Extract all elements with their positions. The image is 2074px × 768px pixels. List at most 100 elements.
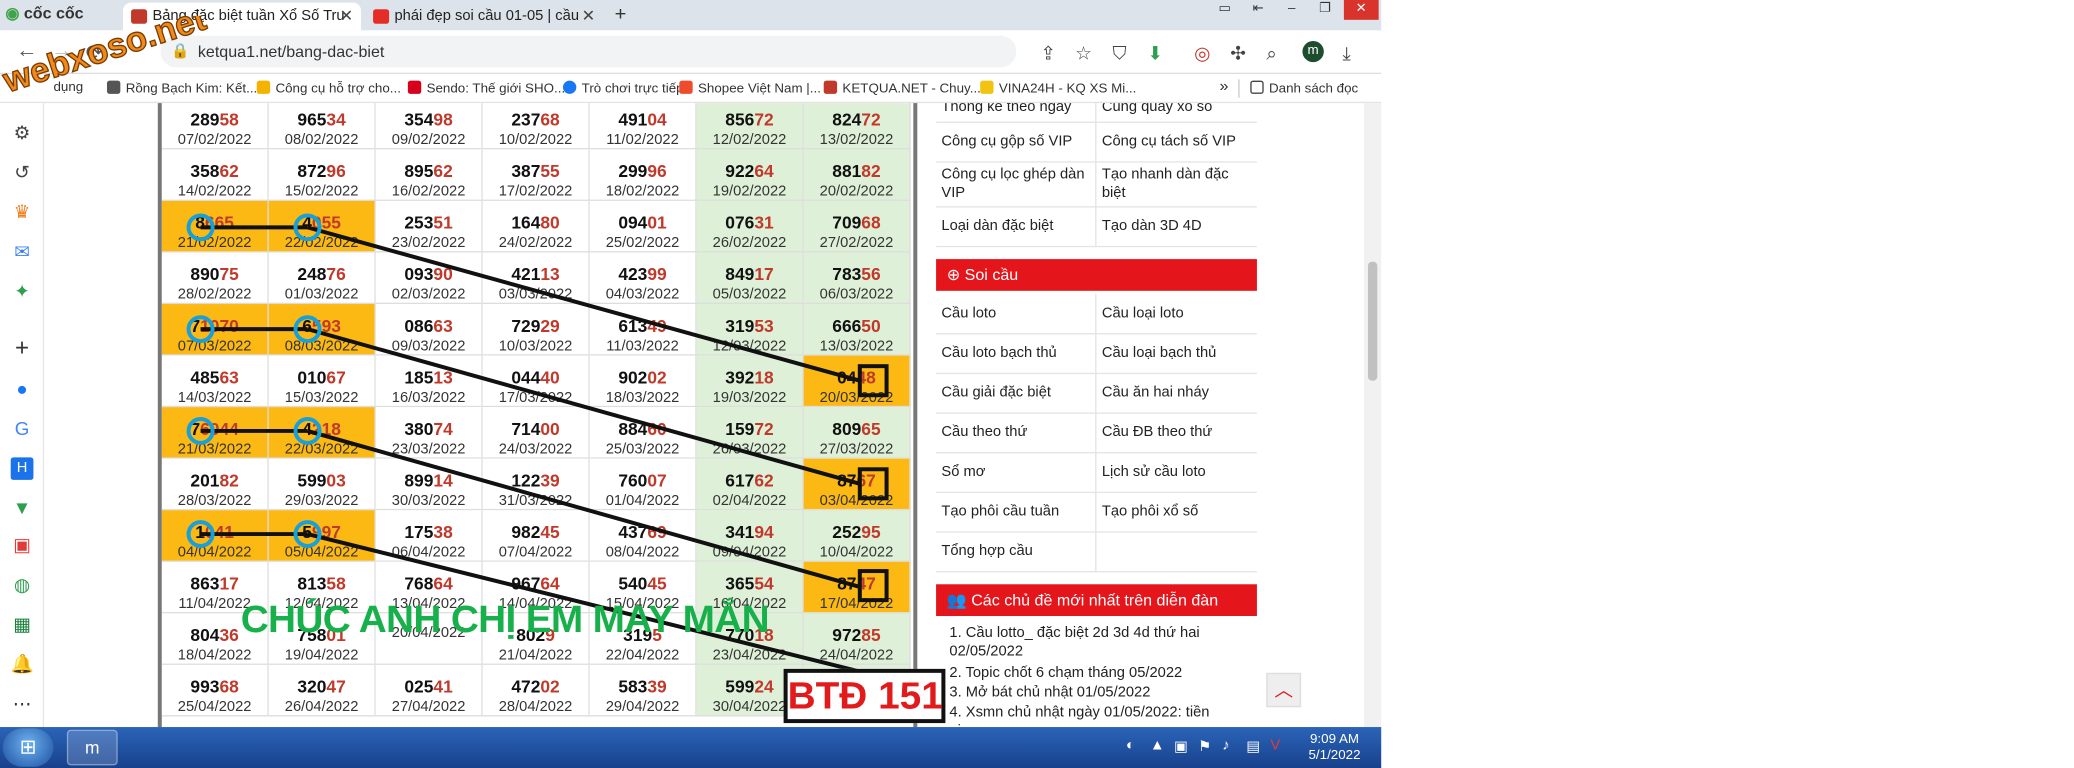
crown-icon[interactable]: ♛ <box>11 201 34 223</box>
translate-icon[interactable]: G <box>11 418 34 440</box>
h-icon[interactable]: H <box>10 457 34 480</box>
bookmarks-overflow-button[interactable]: » <box>1220 77 1229 96</box>
scrollbar-thumb[interactable] <box>1367 261 1378 381</box>
download-icon[interactable]: ▼ <box>11 497 34 519</box>
table-cell: 16480 24/02/2022 <box>482 200 590 253</box>
screenshot-icon[interactable]: ▭ <box>1207 0 1242 20</box>
bookmark-item[interactable]: Công cụ hỗ trợ cho... <box>256 80 401 96</box>
more-icon[interactable]: ⋯ <box>11 693 34 715</box>
tools-link[interactable]: Thống kê theo ngày <box>941 103 1091 116</box>
reading-list-button[interactable]: Danh sách đọc <box>1250 80 1358 96</box>
row-divider <box>936 571 1257 573</box>
tools-link[interactable]: Công cụ tách số VIP <box>1102 132 1252 151</box>
table-cell: 12239 31/03/2022 <box>482 458 590 511</box>
tab-search-icon[interactable]: ⌕ <box>1266 42 1276 64</box>
sheet-icon[interactable]: ▦ <box>11 613 34 635</box>
table-cell: 25351 23/02/2022 <box>375 200 483 253</box>
shop-icon[interactable]: ▣ <box>11 534 34 556</box>
soicau-link[interactable]: Cầu loto <box>941 304 1091 323</box>
lock-tray-icon[interactable]: ▤ <box>1246 738 1260 755</box>
soicau-link[interactable]: Cầu loto bạch thủ <box>941 344 1091 363</box>
share-icon[interactable]: ⇪ <box>1040 42 1056 64</box>
forum-topic[interactable]: 1. Cầu lotto_ đặc biệt 2d 3d 4d thứ hai … <box>949 624 1250 661</box>
bookmark-item[interactable]: KETQUA.NET - Chuy... <box>823 80 981 96</box>
new-tab-button[interactable]: + <box>608 4 632 26</box>
history-icon[interactable]: ↺ <box>11 161 34 183</box>
volume-tray-icon[interactable]: ♪ <box>1222 738 1229 754</box>
bell-icon[interactable]: 🔔 <box>11 653 34 675</box>
back-window-icon[interactable]: ⇤ <box>1241 0 1276 20</box>
close-tab-icon[interactable]: ✕ <box>340 7 353 26</box>
gamepad-icon[interactable]: ✦ <box>11 280 34 302</box>
tools-link[interactable]: Tạo nhanh dàn đặc biệt <box>1102 165 1252 202</box>
taskbar-clock[interactable]: 9:09 AM 5/1/2022 <box>1294 732 1374 764</box>
soicau-link[interactable]: Tạo phôi cầu tuần <box>941 502 1091 521</box>
flag-tray-icon[interactable]: ⚑ <box>1198 738 1211 755</box>
downloads-icon[interactable]: ⤓ <box>1343 42 1351 64</box>
prize-number: 35862 <box>190 161 239 182</box>
globe-icon[interactable]: ◍ <box>11 574 34 596</box>
draw-date: 15/03/2022 <box>284 389 359 406</box>
tab-youtube[interactable]: phái đẹp soi cầu 01-05 | cầu ✕ <box>365 3 603 31</box>
draw-date: 11/02/2022 <box>606 132 679 149</box>
forum-topic[interactable]: 2. Topic chốt 6 chạm tháng 05/2022 <box>949 664 1250 683</box>
prize-number: 23768 <box>511 109 560 130</box>
scroll-to-top-button[interactable]: ︿ <box>1266 672 1302 708</box>
taskbar-coccoc-app[interactable]: m <box>66 729 118 766</box>
plus-icon[interactable]: + <box>11 336 34 360</box>
prize-number: 25351 <box>404 212 453 233</box>
messenger-icon[interactable]: ✉ <box>11 241 34 263</box>
soicau-link[interactable]: Cầu theo thứ <box>941 423 1091 442</box>
address-bar[interactable]: 🔒 ketqua1.net/bang-dac-biet <box>160 35 1017 68</box>
bookmark-item[interactable]: Trò chơi trực tiếp <box>562 80 684 96</box>
soicau-link[interactable]: Cầu ĐB theo thứ <box>1102 423 1252 442</box>
vietkey-tray-icon[interactable]: V <box>1270 738 1280 754</box>
close-tab-icon[interactable]: ✕ <box>582 7 595 26</box>
arrow-tray-icon[interactable]: ▲ <box>1150 738 1165 754</box>
table-cell: 66650 13/03/2022 <box>803 304 911 356</box>
soicau-link[interactable]: Cầu loại loto <box>1102 304 1252 323</box>
page-scrollbar[interactable] <box>1363 103 1382 728</box>
prize-number: 89075 <box>190 264 239 285</box>
download-green-icon[interactable]: ⬇ <box>1147 42 1163 64</box>
tools-link[interactable]: Công cụ lọc ghép dàn VIP <box>941 165 1091 202</box>
gear-icon[interactable]: ⚙ <box>11 122 34 144</box>
tools-link[interactable]: Cũng quay xổ số <box>1102 103 1252 116</box>
soicau-link[interactable]: Sổ mơ <box>941 463 1091 482</box>
bookmark-item[interactable]: VINA24H - KQ XS Mi... <box>980 80 1136 96</box>
soicau-link[interactable]: Cầu giải đặc biệt <box>941 383 1091 402</box>
close-window-button[interactable]: ✕ <box>1343 0 1379 20</box>
extensions-icon[interactable]: ✣ <box>1230 42 1246 64</box>
maximize-button[interactable]: ❐ <box>1308 0 1343 20</box>
star-icon[interactable]: ☆ <box>1075 42 1092 64</box>
soicau-link[interactable]: Tổng hợp cầu <box>941 542 1091 561</box>
draw-date: 26/03/2022 <box>712 441 787 458</box>
soicau-link[interactable]: Cầu loại bạch thủ <box>1102 344 1252 363</box>
facebook-icon[interactable]: ● <box>11 378 34 400</box>
table-cell: 71400 24/03/2022 <box>482 407 590 459</box>
tools-link[interactable]: Loại dàn đặc biệt <box>941 217 1091 236</box>
tools-link[interactable]: Tạo dàn 3D 4D <box>1102 217 1252 236</box>
prize-number: 6593 <box>302 315 341 336</box>
draw-date: 31/03/2022 <box>498 493 573 509</box>
start-button[interactable]: ⊞ <box>2 728 54 767</box>
bookmark-item[interactable]: Shopee Việt Nam |... <box>679 80 821 96</box>
tools-link[interactable]: Công cụ gộp số VIP <box>941 132 1091 151</box>
profile-avatar[interactable]: m <box>1302 40 1324 63</box>
bookmark-item[interactable]: Sendo: Thế giới SHO... <box>407 80 565 96</box>
table-cell: 8767 03/04/2022 <box>803 458 911 511</box>
forum-topic[interactable]: 3. Mở bát chủ nhật 01/05/2022 <box>949 683 1250 702</box>
chrome-icon[interactable]: ◎ <box>1194 42 1210 64</box>
network-tray-icon[interactable]: ◐ <box>1126 738 1135 754</box>
soicau-link[interactable]: Cầu ăn hai nháy <box>1102 383 1252 402</box>
table-cell: 34194 09/04/2022 <box>696 510 804 562</box>
prize-number: 84917 <box>725 264 774 285</box>
pc-tray-icon[interactable]: ▣ <box>1174 738 1188 755</box>
draw-date: 01/04/2022 <box>605 493 680 509</box>
soicau-link[interactable]: Tạo phôi xổ số <box>1102 502 1252 521</box>
forum-topic[interactable]: 4. Xsmn chủ nhật ngày 01/05/2022: tiền g… <box>949 703 1250 727</box>
soicau-link[interactable]: Lịch sử cầu loto <box>1102 463 1252 482</box>
minimize-button[interactable]: – <box>1274 0 1309 20</box>
shield-icon[interactable]: ⛉ <box>1113 42 1127 64</box>
prize-number: 38755 <box>511 161 560 182</box>
